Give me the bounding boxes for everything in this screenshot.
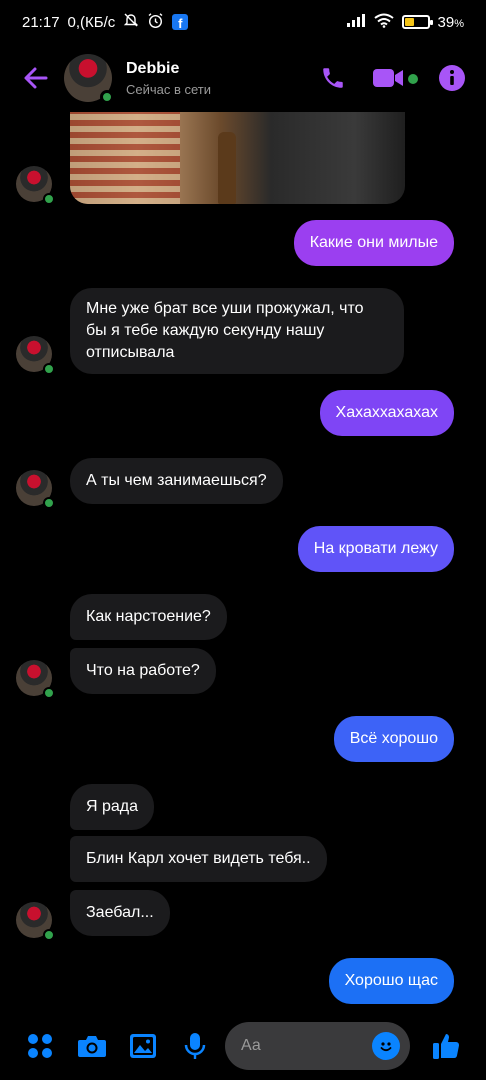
avatar[interactable] [16, 336, 55, 375]
message-outgoing[interactable]: Хорошо щас [328, 958, 454, 1004]
signal-icon [346, 13, 366, 31]
four-dots-icon [27, 1034, 52, 1058]
message-incoming[interactable]: Что на работе? [70, 648, 216, 694]
avatar[interactable] [16, 902, 55, 941]
smiley-icon [380, 1042, 392, 1052]
avatar[interactable] [16, 166, 55, 205]
video-call-button[interactable] [372, 66, 418, 90]
clock: 21:17 [22, 13, 60, 31]
call-button[interactable] [320, 65, 346, 91]
wifi-icon [373, 13, 394, 32]
avatar[interactable] [16, 660, 55, 699]
message-incoming[interactable]: Я рада [70, 784, 155, 830]
battery-icon [401, 15, 433, 29]
message-input[interactable] [241, 1037, 373, 1055]
facebook-icon: f [172, 14, 189, 30]
battery-percent: 39% [437, 13, 464, 31]
avatar[interactable] [16, 470, 55, 509]
chat-header: Debbie Сейчас в сети [0, 44, 486, 112]
image-icon [130, 1034, 157, 1058]
microphone-icon [184, 1033, 206, 1059]
contact-name: Debbie [126, 59, 180, 77]
message-outgoing[interactable]: Какие они милые [293, 220, 454, 266]
camera-button[interactable] [66, 1033, 118, 1059]
message-list[interactable]: Какие они милые Мне уже брат все уши про… [0, 112, 486, 1012]
message-composer [0, 1012, 486, 1080]
info-icon [439, 65, 465, 91]
message-incoming[interactable]: Мне уже брат все уши прожужал, что бы я … [70, 288, 404, 374]
gallery-button[interactable] [118, 1033, 170, 1059]
alarm-icon [147, 12, 164, 33]
thumbs-up-icon [433, 1034, 460, 1059]
voice-button[interactable] [169, 1032, 221, 1060]
phone-icon [323, 68, 343, 88]
network-speed: 0,(КБ/с [67, 13, 116, 31]
video-camera-icon [373, 69, 403, 87]
message-incoming[interactable]: А ты чем занимаешься? [70, 458, 283, 504]
message-outgoing[interactable]: Хахаххахахах [319, 390, 454, 436]
camera-icon [77, 1036, 106, 1057]
contact-info[interactable]: Debbie Сейчас в сети [126, 60, 211, 97]
message-outgoing[interactable]: На кровати лежу [297, 526, 454, 572]
emoji-button[interactable] [372, 1032, 401, 1060]
arrow-left-icon [24, 67, 48, 89]
back-button[interactable] [16, 58, 56, 98]
message-incoming[interactable]: Заебал... [70, 890, 170, 936]
message-input-wrapper [225, 1022, 411, 1070]
mute-icon [123, 12, 139, 32]
online-indicator [100, 90, 114, 104]
message-outgoing[interactable]: Всё хорошо [333, 716, 454, 762]
message-incoming[interactable]: Как нарстоение? [70, 594, 227, 640]
contact-status: Сейчас в сети [126, 81, 212, 97]
message-incoming[interactable]: Блин Карл хочет видеть тебя.. [70, 836, 327, 882]
avatar[interactable] [64, 54, 114, 104]
online-indicator [408, 74, 418, 84]
more-actions-button[interactable] [14, 1032, 66, 1060]
like-button[interactable] [420, 1031, 472, 1061]
status-bar: 21:17 0,(КБ/с f 39% [0, 0, 486, 44]
shared-photo[interactable] [70, 112, 405, 204]
info-button[interactable] [438, 64, 466, 92]
